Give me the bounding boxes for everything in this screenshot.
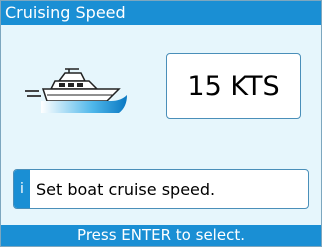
title-bar: Cruising Speed (1, 1, 321, 25)
footer-hint-text: Press ENTER to select. (77, 226, 245, 244)
info-panel: i Set boat cruise speed. (13, 169, 309, 209)
speed-value: 15 KTS (187, 70, 280, 102)
boat-icon (23, 67, 141, 117)
info-icon: i (14, 170, 30, 208)
footer-hint: Press ENTER to select. (1, 225, 321, 246)
page-title: Cruising Speed (5, 3, 126, 22)
info-text: Set boat cruise speed. (36, 179, 216, 199)
speed-value-box[interactable]: 15 KTS (166, 53, 301, 119)
screen: Cruising Speed 15 KTS i Set boat cruise … (0, 0, 322, 247)
